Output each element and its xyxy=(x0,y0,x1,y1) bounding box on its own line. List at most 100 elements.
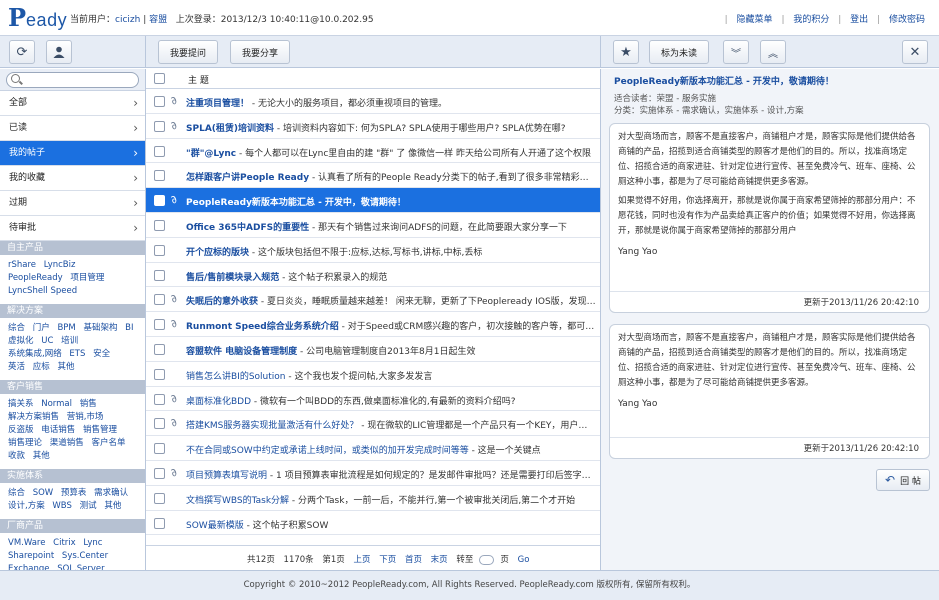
category-link[interactable]: ETS xyxy=(69,349,85,359)
category-link[interactable]: Citrix xyxy=(53,538,76,548)
category-link[interactable]: 销售理论 xyxy=(8,438,42,448)
row-title[interactable]: 不在合同或SOW中约定或承诺上线时间，或类似的加开发完成时间等等 xyxy=(186,446,469,456)
refresh-button[interactable]: ⟳ xyxy=(9,40,35,64)
category-link[interactable]: 其他 xyxy=(57,362,74,372)
row-checkbox[interactable] xyxy=(154,418,165,430)
row-title[interactable]: 文档撰写WBS的Task分解 xyxy=(186,496,289,506)
user-company[interactable]: 容盟 xyxy=(149,15,167,25)
category-link[interactable]: BPM xyxy=(57,323,75,333)
user-name[interactable]: cicizh xyxy=(115,15,140,25)
sidebar-item[interactable]: 待审批 › xyxy=(0,216,145,241)
row-checkbox[interactable] xyxy=(154,219,165,231)
list-item[interactable]: ∂ 失眠后的意外收获 - 夏日炎炎，睡眠质量越来越差！ 闲来无聊，更新了下Peop… xyxy=(146,287,600,313)
search-input[interactable] xyxy=(6,72,139,88)
change-password-link[interactable]: 修改密码 xyxy=(889,15,925,25)
row-checkbox[interactable] xyxy=(154,443,165,455)
row-title[interactable]: 售后/售前模块录入规范 xyxy=(186,273,279,283)
row-title[interactable]: 搭建KMS服务器实现批量激活有什么好处？ xyxy=(186,421,358,431)
mark-unread-button[interactable]: 标为未读 xyxy=(649,40,709,64)
row-checkbox[interactable] xyxy=(154,269,165,281)
row-title[interactable]: 注重项目管理！ xyxy=(186,99,249,109)
row-title[interactable]: 桌面标准化BDD xyxy=(186,397,251,407)
list-item[interactable]: "群"@Lync - 每个人都可以在Lync里自由的建 "群" 了 像微信一样 … xyxy=(146,139,600,164)
list-item[interactable]: ∂ Runmont Speed综合业务系统介绍 - 对于Speed或CRM感兴趣的… xyxy=(146,312,600,337)
row-title[interactable]: 销售怎么讲BI的Solution xyxy=(186,372,286,382)
category-link[interactable]: rShare xyxy=(8,260,36,270)
category-link[interactable]: 其他 xyxy=(33,451,50,461)
category-link[interactable]: WBS xyxy=(52,501,71,511)
share-button[interactable]: 我要分享 xyxy=(230,40,290,64)
list-item[interactable]: Office 365中ADFS的重要性 - 那天有个销售过来询问ADFS的问题，… xyxy=(146,213,600,238)
category-link[interactable]: 搞关系 xyxy=(8,399,34,409)
category-link[interactable]: LyncShell Speed xyxy=(8,286,77,296)
sidebar-item[interactable]: 已读 › xyxy=(0,116,145,141)
list-item[interactable]: ∂ 项目预算表填写说明 - 1 项目预算表审批流程是如何规定的？是发邮件审批吗？还… xyxy=(146,461,600,486)
category-link[interactable]: UC xyxy=(41,336,53,346)
list-item[interactable]: 开个应标的版块 - 这个版块包括但不限于:应标,达标,写标书,讲标,中标,丢标 xyxy=(146,238,600,263)
row-checkbox[interactable] xyxy=(154,319,165,331)
sidebar-item[interactable]: 全部 › xyxy=(0,91,145,116)
category-link[interactable]: 渠道销售 xyxy=(50,438,84,448)
list-item[interactable]: ∂ PeopleReady新版本功能汇总 - 开发中，敬请期待！ xyxy=(146,188,600,213)
list-item[interactable]: ∂ 桌面标准化BDD - 微软有一个叫BDD的东西,做桌面标准化的,有最新的资料介… xyxy=(146,387,600,412)
row-checkbox[interactable] xyxy=(154,170,165,182)
row-checkbox[interactable] xyxy=(154,343,165,355)
category-link[interactable]: 项目管理 xyxy=(70,273,104,283)
select-all-checkbox[interactable] xyxy=(154,73,165,84)
row-checkbox[interactable] xyxy=(154,294,165,306)
list-item[interactable]: 怎样跟客户讲People Ready - 认真看了所有的People Ready… xyxy=(146,163,600,189)
last-page-link[interactable]: 末页 xyxy=(431,555,448,565)
category-link[interactable]: 测试 xyxy=(80,501,97,511)
row-checkbox[interactable] xyxy=(154,393,165,405)
category-link[interactable]: 收款 xyxy=(8,451,25,461)
category-link[interactable]: 综合 xyxy=(8,488,25,498)
row-checkbox[interactable] xyxy=(154,492,165,504)
list-item[interactable]: 销售怎么讲BI的Solution - 这个我也发个提问帖,大家多发发言 xyxy=(146,362,600,387)
list-item[interactable]: 容盟软件 电脑设备管理制度 - 公司电脑管理制度自2013年8月1日起生效 xyxy=(146,337,600,362)
my-points-link[interactable]: 我的积分 xyxy=(793,15,829,25)
row-title[interactable]: SOW最新模版 xyxy=(186,521,244,531)
category-link[interactable]: SOW xyxy=(33,488,54,498)
category-link[interactable]: PeopleReady xyxy=(8,273,63,283)
category-link[interactable]: 其他 xyxy=(104,501,121,511)
category-link[interactable]: 英活 xyxy=(8,362,25,372)
row-checkbox[interactable] xyxy=(154,368,165,380)
category-link[interactable]: Normal xyxy=(41,399,72,409)
row-checkbox[interactable] xyxy=(154,145,165,157)
list-item[interactable]: 不在合同或SOW中约定或承诺上线时间，或类似的加开发完成时间等等 - 这是一个关… xyxy=(146,436,600,461)
first-page-link[interactable]: 首页 xyxy=(405,555,422,565)
reply-button[interactable]: ↶ 回 帖 xyxy=(876,469,930,491)
category-link[interactable]: 安全 xyxy=(93,349,110,359)
category-link[interactable]: Lync xyxy=(83,538,102,548)
row-title[interactable]: 开个应标的版块 xyxy=(186,248,249,258)
category-link[interactable]: 预算表 xyxy=(61,488,87,498)
list-item[interactable]: ∂ 注重项目管理！ - 无论大小的服务项目，都必须重视项目的管理。 xyxy=(146,89,600,114)
row-checkbox[interactable] xyxy=(154,96,165,107)
prev-button[interactable]: ︽ xyxy=(760,40,786,64)
list-item[interactable]: 文档撰写WBS的Task分解 - 分两个Task，一前一后，不能并行,第一个被审… xyxy=(146,486,600,511)
category-link[interactable]: LyncBiz xyxy=(44,260,76,270)
row-title[interactable]: 失眠后的意外收获 xyxy=(186,297,258,307)
category-link[interactable]: VM.Ware xyxy=(8,538,45,548)
category-link[interactable]: 综合 xyxy=(8,323,25,333)
page-number-input[interactable] xyxy=(479,554,495,565)
prev-page-link[interactable]: 上页 xyxy=(354,555,371,565)
row-checkbox[interactable] xyxy=(154,517,165,529)
row-title[interactable]: "群"@Lync xyxy=(186,149,236,159)
logo[interactable]: Peady xyxy=(8,4,67,31)
category-link[interactable]: 基础架构 xyxy=(83,323,117,333)
category-link[interactable]: 反盗版 xyxy=(8,425,34,435)
row-checkbox[interactable] xyxy=(154,244,165,256)
category-link[interactable]: Sys.Center xyxy=(62,551,108,561)
logout-link[interactable]: 登出 xyxy=(850,15,868,25)
category-link[interactable]: 客户名单 xyxy=(91,438,125,448)
list-item[interactable]: ∂ 搭建KMS服务器实现批量激活有什么好处？ - 现在微软的LIC管理都是一个产品… xyxy=(146,411,600,437)
category-link[interactable]: 需求确认 xyxy=(94,488,128,498)
category-link[interactable]: Sharepoint xyxy=(8,551,54,561)
row-title[interactable]: 项目预算表填写说明 xyxy=(186,471,267,481)
close-button[interactable]: ✕ xyxy=(902,40,928,64)
next-page-link[interactable]: 下页 xyxy=(379,555,396,565)
category-link[interactable]: 销售管理 xyxy=(83,425,117,435)
row-checkbox[interactable] xyxy=(154,467,165,479)
next-button[interactable]: ︾ xyxy=(723,40,749,64)
